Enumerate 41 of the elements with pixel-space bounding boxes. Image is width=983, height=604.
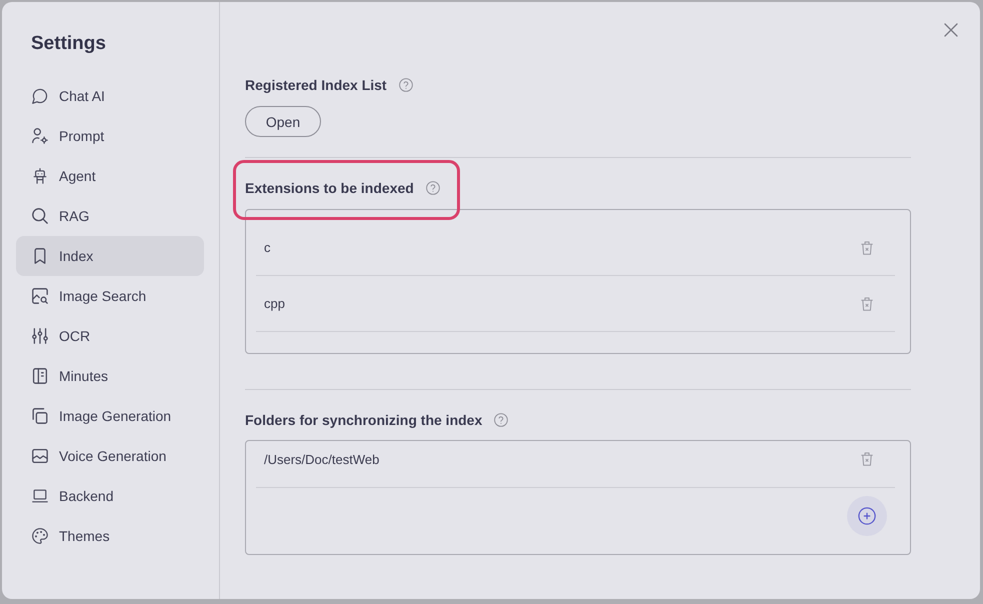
palette-icon — [32, 528, 48, 544]
sliders-icon — [32, 328, 48, 344]
close-icon[interactable] — [944, 23, 958, 37]
trash-icon[interactable] — [861, 297, 873, 311]
trash-icon[interactable] — [861, 452, 873, 466]
bookmark-icon — [32, 248, 48, 264]
sidebar-title: Settings — [30, 32, 107, 56]
robot-icon — [32, 168, 48, 184]
sidebar-item[interactable]: Voice Generation — [16, 436, 204, 476]
sidebar-item[interactable]: Index — [16, 236, 204, 276]
section-heading: Registered Index List — [245, 76, 387, 95]
sidebar-item[interactable]: Image Search — [16, 276, 204, 316]
help-icon[interactable] — [494, 413, 508, 427]
chat-bubble-icon — [32, 88, 48, 104]
copy-icon — [32, 408, 48, 424]
folder-path: /Users/Doc/testWeb — [264, 451, 380, 469]
section-heading: Folders for synchronizing the index — [245, 411, 482, 430]
notebook-icon — [32, 368, 48, 384]
sidebar-item[interactable]: Backend — [16, 476, 204, 516]
sidebar-item[interactable]: Image Generation — [16, 396, 204, 436]
search-icon — [32, 208, 48, 224]
open-button[interactable]: Open — [245, 106, 321, 137]
extension-entry: cpp — [264, 295, 285, 313]
help-icon[interactable] — [398, 78, 413, 92]
section-heading: Extensions to be indexed — [245, 179, 414, 198]
sidebar-item[interactable]: Minutes — [16, 356, 204, 396]
plus-circle-icon — [858, 507, 876, 525]
trash-icon[interactable] — [861, 241, 873, 255]
add-button[interactable] — [847, 496, 887, 536]
extension-entry: c — [264, 239, 270, 257]
laptop-icon — [32, 488, 48, 504]
person-gear-icon — [32, 128, 48, 144]
image-search-icon — [32, 288, 48, 304]
sidebar-item[interactable]: Agent — [16, 156, 204, 196]
sidebar-item[interactable]: RAG — [16, 196, 204, 236]
help-icon[interactable] — [426, 181, 440, 195]
sidebar-item[interactable]: Themes — [16, 516, 204, 556]
sidebar-item[interactable]: OCR — [16, 316, 204, 356]
sidebar-item[interactable]: Prompt — [16, 116, 204, 156]
picture-frame-icon — [32, 448, 48, 464]
sidebar-item[interactable]: Chat AI — [16, 76, 204, 116]
